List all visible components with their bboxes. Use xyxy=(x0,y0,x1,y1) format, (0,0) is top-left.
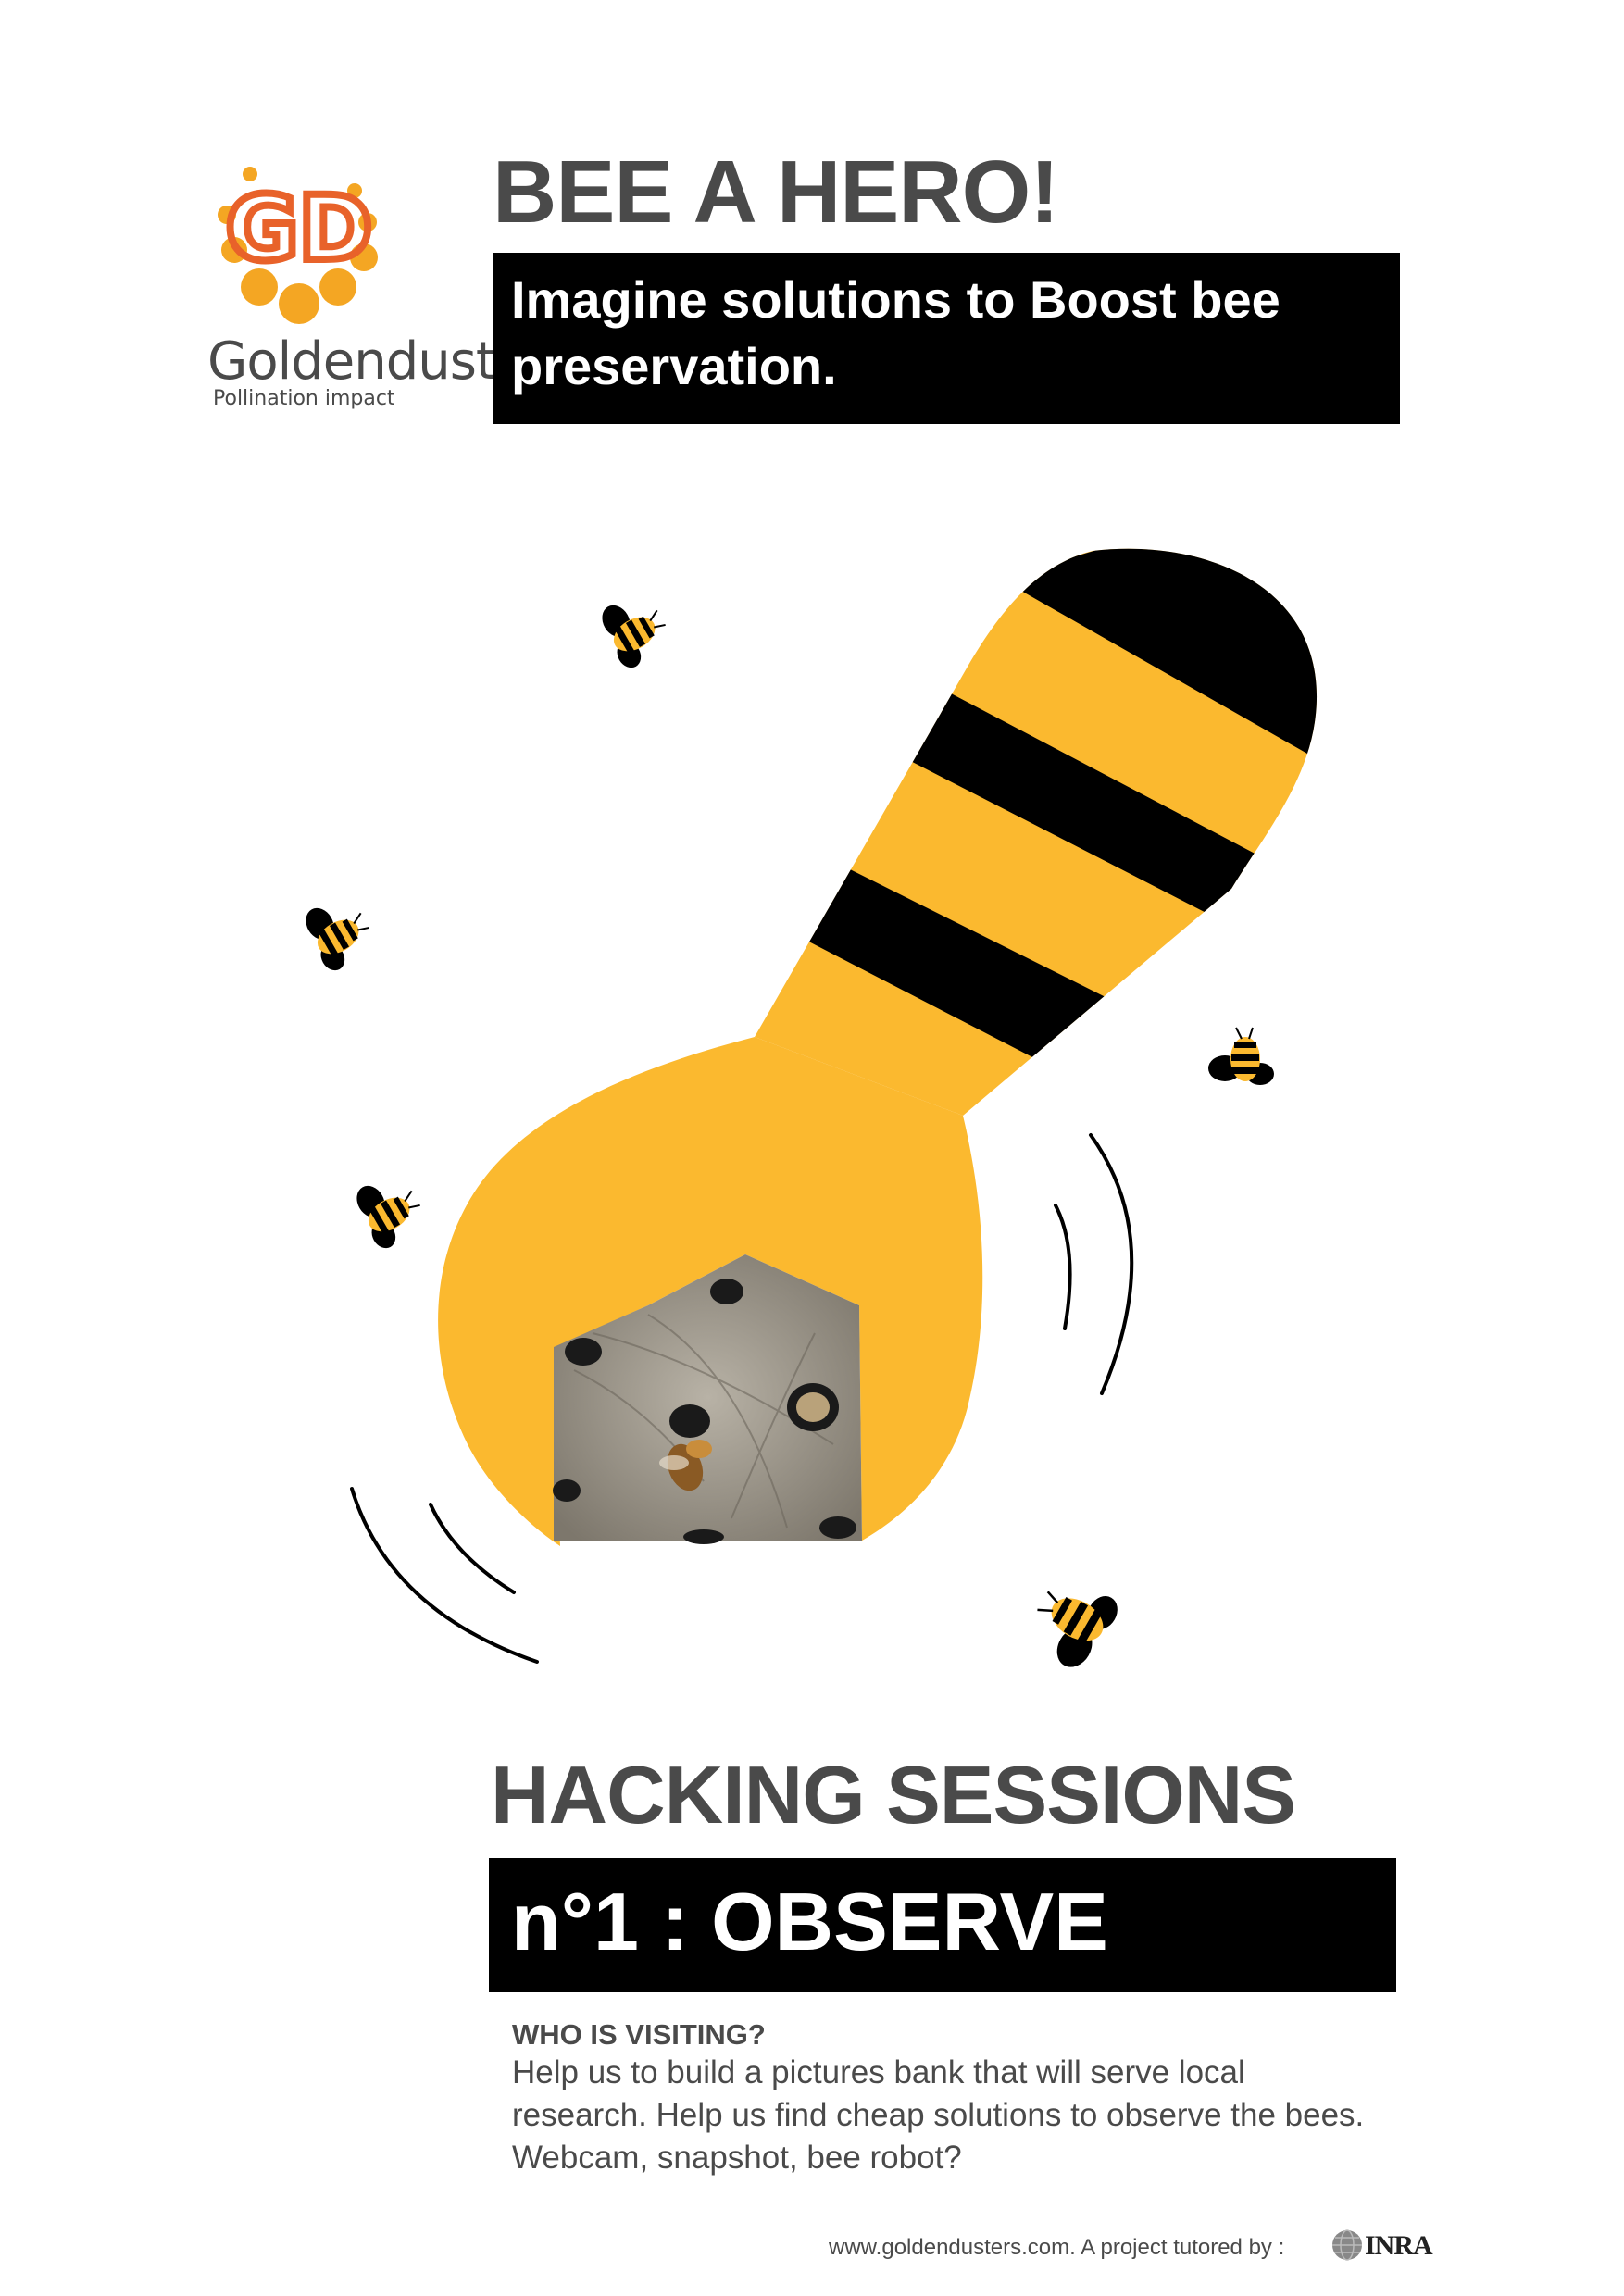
bee-icon xyxy=(306,907,369,971)
question-heading: WHO IS VISITING? xyxy=(512,2018,766,2051)
monogram: GD xyxy=(226,177,372,281)
bee-icon xyxy=(356,1185,420,1249)
body-text: Help us to build a pictures bank that wi… xyxy=(512,2054,1365,2176)
session-label: n°1 : OBSERVE xyxy=(511,1876,1108,1967)
section-title: HACKING SESSIONS xyxy=(491,1749,1296,1841)
footer-text: www.goldendusters.com. A project tutored… xyxy=(829,2235,1285,2260)
bee-icon xyxy=(1208,1027,1274,1085)
subhead: Imagine solutions to Boost bee preservat… xyxy=(511,270,1280,395)
globe-icon xyxy=(1332,2229,1362,2261)
partner-logo: INRA xyxy=(1365,2230,1433,2261)
logo-name: Goldendust xyxy=(207,331,496,392)
bee-icon xyxy=(1037,1591,1118,1667)
logo-tagline: Pollination impact xyxy=(213,387,395,410)
wrench-illustration xyxy=(306,548,1318,1667)
headline: BEE A HERO! xyxy=(493,143,1059,242)
bee-icon xyxy=(602,605,666,668)
